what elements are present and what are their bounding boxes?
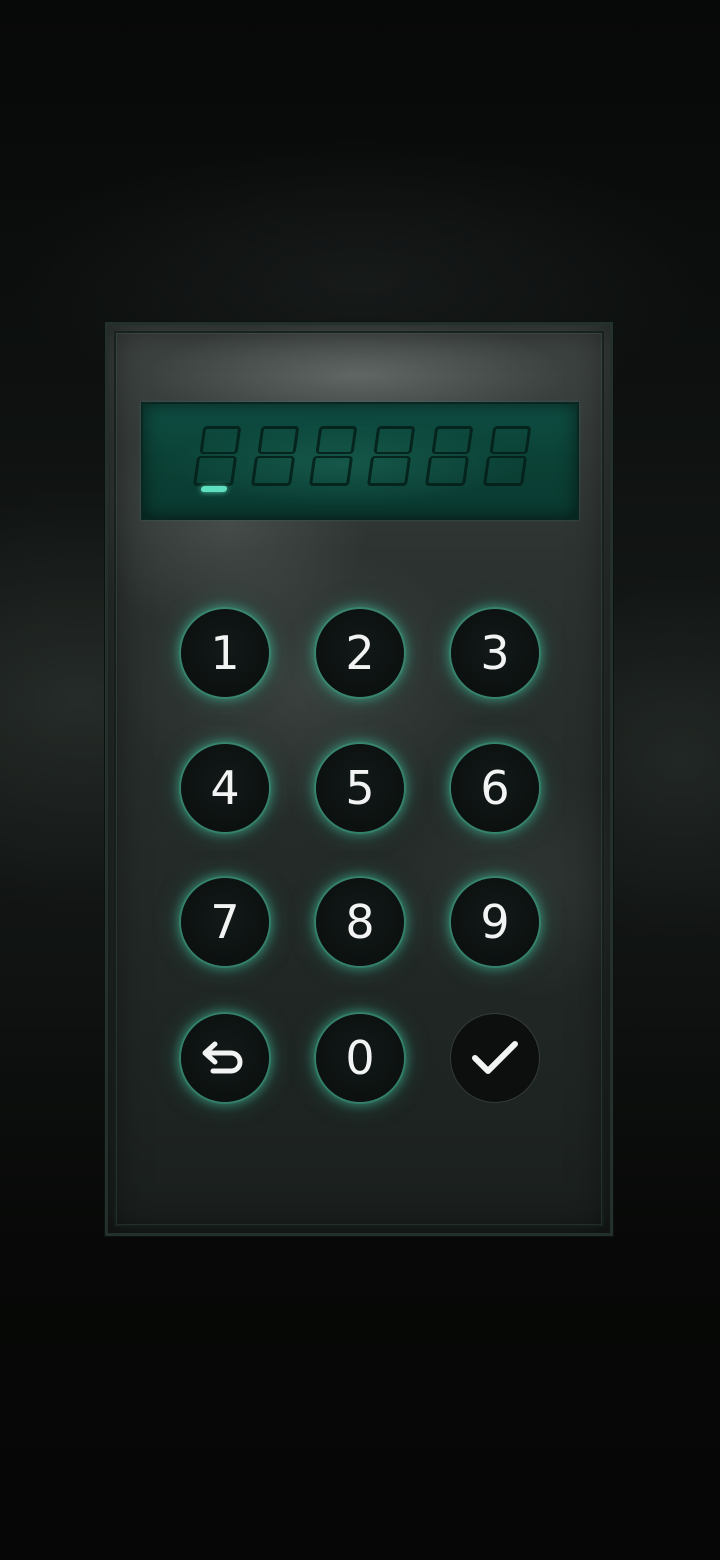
key-8[interactable]: 8	[316, 878, 404, 966]
digit-slot	[479, 426, 538, 488]
key-4[interactable]: 4	[181, 744, 269, 832]
code-display	[141, 402, 579, 520]
code-digits	[192, 426, 533, 496]
keypad-panel: 1 2 3 4 5 6 7 8 9 0	[105, 322, 613, 1236]
key-3[interactable]: 3	[451, 609, 539, 697]
key-9[interactable]: 9	[451, 878, 539, 966]
digit-slot	[363, 426, 422, 488]
key-1[interactable]: 1	[181, 609, 269, 697]
backspace-button[interactable]	[181, 1014, 269, 1102]
digit-slot	[305, 426, 364, 488]
key-0[interactable]: 0	[316, 1014, 404, 1102]
key-2[interactable]: 2	[316, 609, 404, 697]
digit-slot	[421, 426, 480, 488]
input-cursor	[200, 486, 228, 492]
digit-slot	[247, 426, 306, 488]
digit-slot	[189, 426, 248, 488]
backspace-icon	[202, 1041, 243, 1074]
confirm-button[interactable]	[451, 1014, 539, 1102]
checkmark-icon	[472, 1041, 518, 1074]
key-5[interactable]: 5	[316, 744, 404, 832]
key-7[interactable]: 7	[181, 878, 269, 966]
key-6[interactable]: 6	[451, 744, 539, 832]
